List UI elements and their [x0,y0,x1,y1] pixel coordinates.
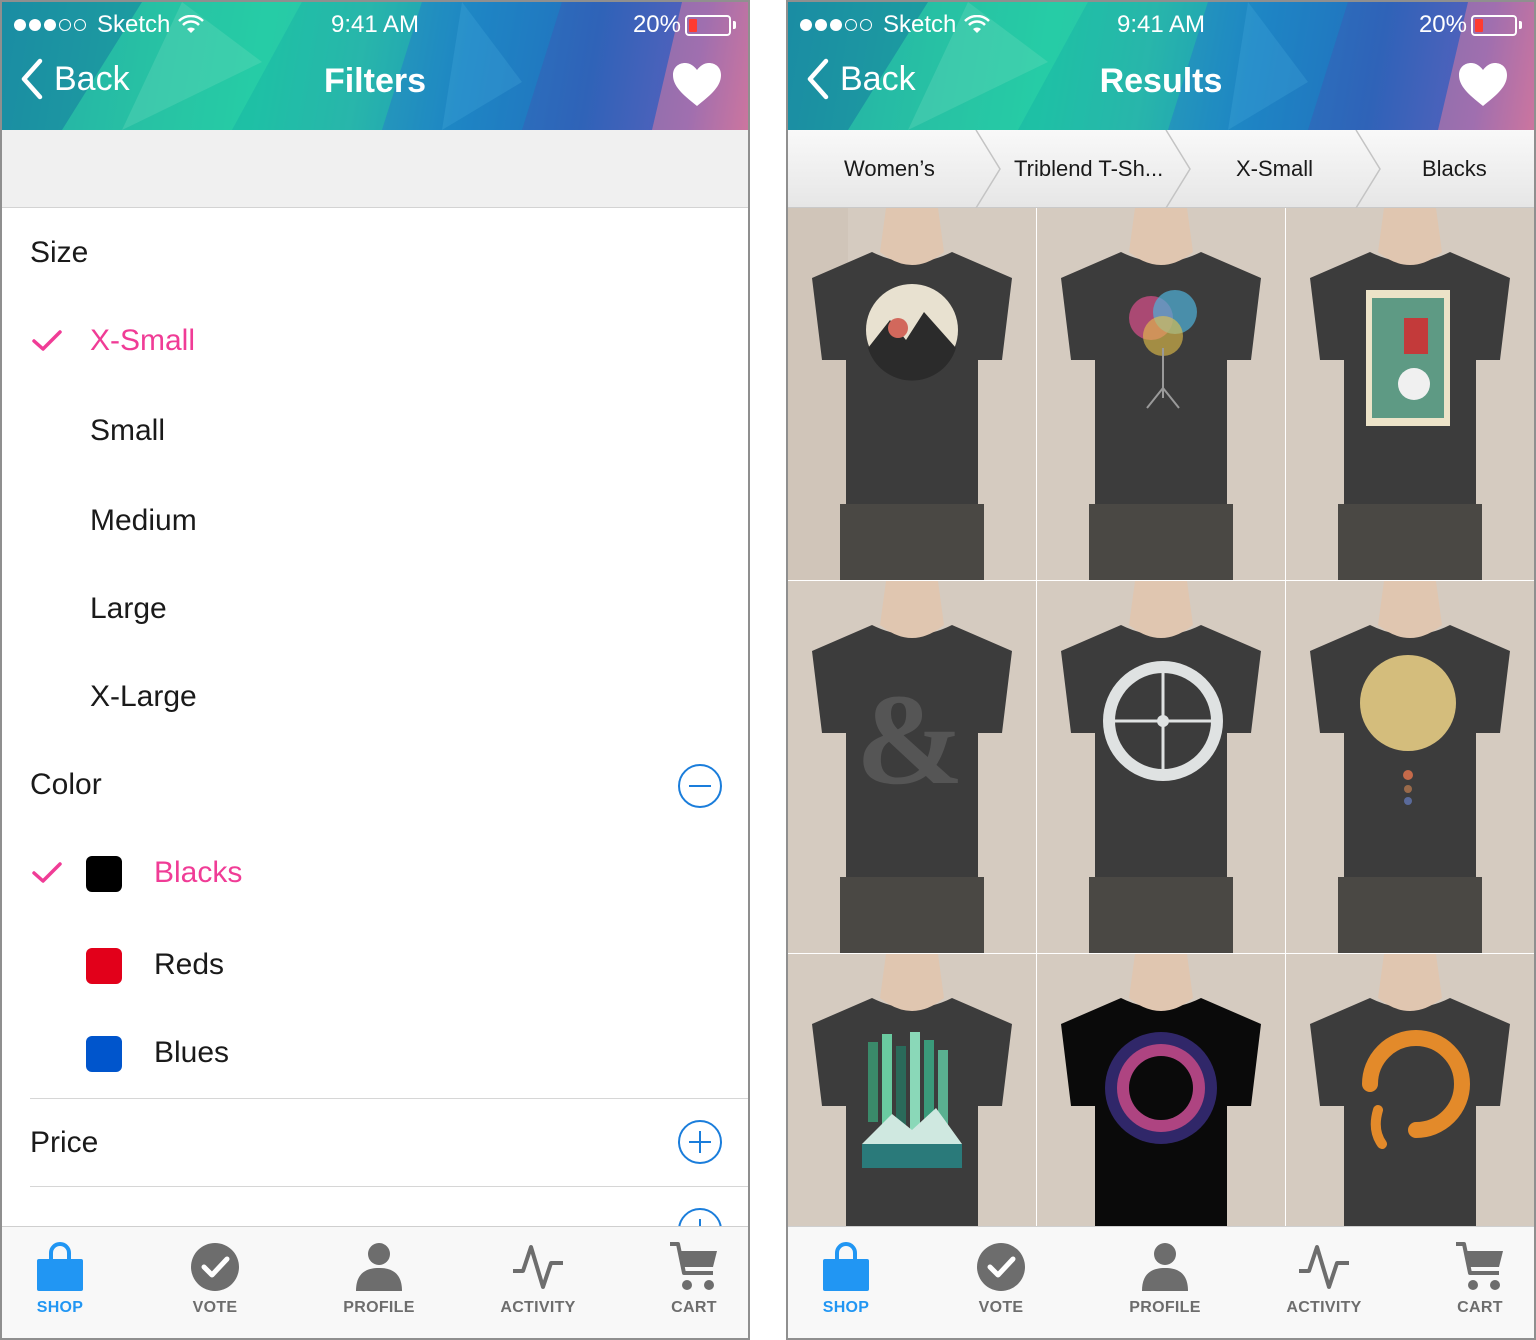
tab-bar: SHOP VOTE PROFILE ACTIVITY CART [788,1226,1534,1338]
size-option-medium[interactable]: Medium [90,504,197,538]
svg-text:&: & [856,668,964,812]
product-image [1037,581,1285,953]
heart-icon[interactable] [672,62,722,108]
page-title: Results [1099,62,1223,100]
color-option-blacks[interactable]: Blacks [154,856,242,890]
checkmark-icon [32,330,62,351]
product-image [1037,208,1285,580]
product-image [788,954,1036,1228]
product-image [1286,954,1534,1228]
page-title: Filters [323,62,427,100]
tab-shop[interactable]: SHOP [791,1241,901,1317]
checkmark-icon [32,862,62,883]
heart-icon[interactable] [1458,62,1508,108]
size-option-xlarge[interactable]: X-Large [90,680,197,714]
battery-indicator: 20% [1419,11,1522,39]
collapse-color-button[interactable] [678,764,722,808]
tab-label: PROFILE [343,1299,415,1316]
tab-label: ACTIVITY [500,1299,576,1316]
product-tile[interactable] [1286,208,1534,580]
tab-shop[interactable]: SHOP [5,1241,115,1317]
size-heading: Size [30,236,89,269]
product-tile[interactable] [1037,581,1285,953]
breadcrumb-womens[interactable]: Women’s [844,156,935,182]
product-image [1037,954,1285,1228]
breadcrumb-separator [975,130,1001,208]
product-tile[interactable] [1037,208,1285,580]
product-image [788,208,1036,580]
vote-check-icon [191,1243,239,1291]
filters-top-band [2,130,748,208]
color-option-blues[interactable]: Blues [154,1036,229,1070]
tab-cart[interactable]: CART [639,1241,748,1317]
tab-label: SHOP [36,1299,84,1316]
tab-label: CART [1457,1299,1503,1316]
expand-price-button[interactable] [678,1120,722,1164]
filters-screen: Sketch 9:41 AM 20% Back Filters Size X-S… [0,0,750,1340]
battery-icon [1471,14,1517,36]
tab-label: ACTIVITY [1286,1299,1362,1316]
price-heading: Price [30,1126,99,1159]
shopping-bag-icon [823,1242,869,1291]
cart-icon [1456,1242,1503,1290]
tab-profile[interactable]: PROFILE [324,1241,434,1317]
breadcrumb-separator [1165,130,1191,208]
battery-percent: 20% [632,11,681,38]
tab-label: SHOP [822,1299,870,1316]
tab-profile[interactable]: PROFILE [1110,1241,1220,1317]
color-heading: Color [30,768,102,801]
product-tile[interactable] [1286,954,1534,1228]
vote-check-icon [977,1243,1025,1291]
section-divider [30,1098,748,1099]
tab-vote[interactable]: VOTE [160,1241,270,1317]
battery-icon [685,14,731,36]
status-bar: Sketch 9:41 AM 20% [2,2,748,46]
color-swatch-blacks [86,856,122,892]
breadcrumb: Women’s Triblend T-Sh... X-Small Blacks [788,130,1534,208]
product-image: & [788,581,1036,953]
breadcrumb-blacks[interactable]: Blacks [1422,156,1487,182]
breadcrumb-xsmall[interactable]: X-Small [1236,156,1313,182]
product-tile[interactable] [788,954,1036,1228]
nav-header: Sketch 9:41 AM 20% Back Results [788,2,1534,130]
activity-pulse-icon [1299,1245,1349,1289]
activity-pulse-icon [513,1245,563,1289]
expand-next-section-button[interactable] [678,1208,722,1228]
product-tile[interactable] [788,208,1036,580]
battery-indicator: 20% [633,11,736,39]
tab-label: PROFILE [1129,1299,1201,1316]
product-tile[interactable]: & [788,581,1036,953]
color-swatch-reds [86,948,122,984]
tab-label: VOTE [978,1299,1024,1316]
filter-list: Size X-Small Small Medium Large X-Large … [2,208,748,1228]
tab-cart[interactable]: CART [1425,1241,1534,1317]
tab-vote[interactable]: VOTE [946,1241,1056,1317]
shopping-bag-icon [37,1242,83,1291]
size-option-large[interactable]: Large [90,592,167,626]
color-swatch-blues [86,1036,122,1072]
status-bar: Sketch 9:41 AM 20% [788,2,1534,46]
color-option-reds[interactable]: Reds [154,948,224,982]
results-screen: Sketch 9:41 AM 20% Back Results Women’s … [786,0,1536,1340]
person-icon [356,1243,402,1291]
breadcrumb-separator [1355,130,1381,208]
size-option-small[interactable]: Small [90,414,165,448]
product-image [1286,581,1534,953]
tab-label: VOTE [192,1299,238,1316]
person-icon [1142,1243,1188,1291]
product-tile[interactable] [1286,581,1534,953]
product-tile[interactable] [1037,954,1285,1228]
battery-percent: 20% [1418,11,1467,38]
section-divider [30,1186,748,1187]
tab-activity[interactable]: ACTIVITY [483,1241,593,1317]
cart-icon [670,1242,717,1290]
breadcrumb-triblend[interactable]: Triblend T-Sh... [1014,156,1163,182]
tab-bar: SHOP VOTE PROFILE ACTIVITY CART [2,1226,748,1338]
size-option-xsmall[interactable]: X-Small [90,324,195,358]
product-grid: & [788,208,1534,1228]
tab-activity[interactable]: ACTIVITY [1269,1241,1379,1317]
nav-header: Sketch 9:41 AM 20% Back Filters [2,2,748,130]
tab-label: CART [671,1299,717,1316]
product-image [1286,208,1534,580]
